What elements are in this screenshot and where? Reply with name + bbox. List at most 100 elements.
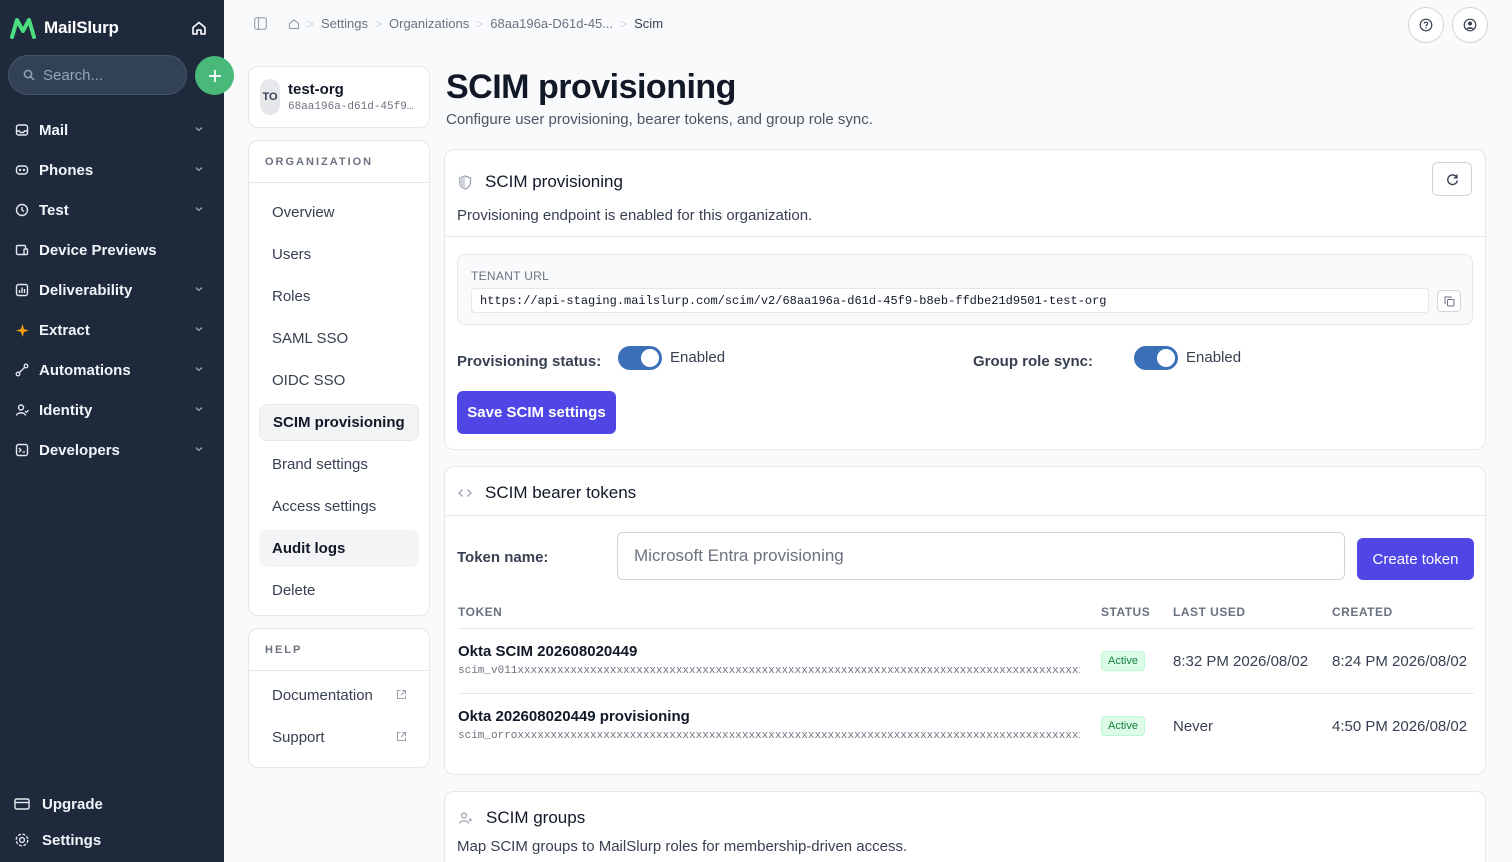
nav-label: Extract — [39, 321, 90, 339]
menu-item-users[interactable]: Users — [259, 236, 419, 273]
token-created: 4:50 PM 2026/08/02 — [1332, 718, 1468, 735]
bearer-tokens-title: SCIM bearer tokens — [485, 483, 637, 502]
provisioning-status-label: Provisioning status: — [457, 353, 602, 370]
search-box[interactable] — [8, 55, 187, 95]
brand[interactable]: MailSlurp — [10, 16, 119, 40]
help-circle-icon — [1419, 18, 1433, 32]
external-link-icon — [396, 689, 407, 700]
provisioning-status-value: Enabled — [670, 349, 726, 366]
bearer-tokens-card: SCIM bearer tokens Token name: Create to… — [444, 466, 1486, 775]
divider — [445, 236, 1485, 237]
phone-icon — [14, 162, 30, 178]
token-name-input[interactable] — [617, 532, 1345, 580]
org-name: test-org — [288, 81, 344, 98]
provisioning-status-toggle[interactable] — [618, 346, 662, 370]
account-button[interactable] — [1452, 7, 1488, 43]
breadcrumb-organizations[interactable]: Organizations — [389, 16, 469, 31]
search-icon — [23, 69, 35, 81]
token-last-used: Never — [1173, 718, 1214, 735]
page-title: SCIM provisioning — [446, 68, 736, 106]
sidebar-toggle-icon[interactable] — [254, 17, 267, 30]
column-header-last-used: LAST USED — [1173, 605, 1246, 619]
nav-item-deliverability[interactable]: Deliverability — [0, 270, 224, 310]
breadcrumb-settings[interactable]: Settings — [321, 16, 368, 31]
scim-groups-description: Map SCIM groups to MailSlurp roles for m… — [457, 838, 908, 855]
help-button[interactable] — [1408, 7, 1444, 43]
breadcrumb-separator: > — [620, 16, 628, 31]
upgrade-label: Upgrade — [42, 795, 103, 813]
chevron-down-icon — [195, 367, 203, 372]
menu-item-audit-logs[interactable]: Audit logs — [259, 530, 419, 567]
nav-item-mail[interactable]: Mail — [0, 110, 224, 150]
org-avatar: TO — [260, 79, 280, 115]
status-badge: Active — [1101, 716, 1145, 736]
breadcrumb-org-id[interactable]: 68aa196a-D61d-45... — [490, 16, 613, 31]
nav-item-developers[interactable]: Developers — [0, 430, 224, 470]
group-role-sync-value: Enabled — [1186, 349, 1242, 366]
breadcrumb-current: Scim — [634, 16, 664, 31]
nav-item-phones[interactable]: Phones — [0, 150, 224, 190]
save-scim-settings-button[interactable]: Save SCIM settings — [457, 391, 616, 434]
token-value: scim_orroxxxxxxxxxxxxxxxxxxxxxxxxxxxxxxx… — [458, 730, 1080, 742]
plus-icon — [208, 69, 221, 82]
tenant-url-label: TENANT URL — [471, 269, 550, 283]
provisioning-card-title: SCIM provisioning — [485, 172, 623, 191]
chart-icon — [14, 282, 30, 298]
external-link-icon — [396, 731, 407, 742]
nav-item-test[interactable]: Test — [0, 190, 224, 230]
group-role-sync-label: Group role sync: — [973, 353, 1094, 370]
menu-item-saml-sso[interactable]: SAML SSO — [259, 320, 419, 357]
menu-item-delete[interactable]: Delete — [259, 572, 419, 609]
help-menu-heading: HELP — [249, 629, 429, 671]
provisioning-description: Provisioning endpoint is enabled for thi… — [457, 207, 813, 224]
search-input[interactable] — [43, 66, 163, 84]
toggle-knob — [1157, 349, 1175, 367]
menu-item-oidc-sso[interactable]: OIDC SSO — [259, 362, 419, 399]
chevron-down-icon — [195, 287, 203, 292]
org-card[interactable]: TO test-org 68aa196a-d61d-45f9-b8eb-ffdb… — [248, 66, 430, 128]
create-token-button[interactable]: Create token — [1357, 538, 1474, 580]
nav-label: Developers — [39, 441, 120, 459]
settings-link[interactable]: Settings — [0, 822, 224, 858]
nav-item-identity[interactable]: Identity — [0, 390, 224, 430]
breadcrumb-separator: > — [307, 16, 315, 31]
copy-icon — [1444, 296, 1454, 306]
sidebar: MailSlurp Mail Phones Test Device Previe… — [0, 0, 234, 862]
group-role-sync-toggle[interactable] — [1134, 346, 1178, 370]
menu-item-access-settings[interactable]: Access settings — [259, 488, 419, 525]
sidebar-bottom: Upgrade Settings — [0, 786, 224, 858]
menu-item-support[interactable]: Support — [259, 719, 419, 756]
nav-label: Device Previews — [39, 241, 157, 259]
upgrade-link[interactable]: Upgrade — [0, 786, 224, 822]
breadcrumb: > Settings > Organizations > 68aa196a-D6… — [288, 16, 663, 31]
topbar: > Settings > Organizations > 68aa196a-D6… — [224, 0, 1512, 48]
home-icon[interactable] — [288, 18, 300, 30]
gear-icon — [15, 833, 29, 847]
token-name: Okta 202608020449 provisioning — [458, 708, 690, 725]
copy-url-button[interactable] — [1437, 290, 1461, 312]
nav-item-automations[interactable]: Automations — [0, 350, 224, 390]
org-info: test-org 68aa196a-d61d-45f9-b8eb-ffdbe21… — [288, 81, 418, 113]
nav-item-device-previews[interactable]: Device Previews — [0, 230, 224, 270]
chevron-down-icon — [195, 127, 203, 132]
home-icon — [192, 21, 206, 35]
main-nav: Mail Phones Test Device Previews Deliver… — [0, 110, 224, 470]
menu-item-overview[interactable]: Overview — [259, 194, 419, 231]
menu-item-documentation[interactable]: Documentation — [259, 677, 419, 714]
menu-item-brand-settings[interactable]: Brand settings — [259, 446, 419, 483]
chevron-down-icon — [195, 447, 203, 452]
refresh-button[interactable] — [1432, 162, 1472, 196]
flow-icon — [14, 362, 30, 378]
breadcrumb-separator: > — [476, 16, 484, 31]
page-subtitle: Configure user provisioning, bearer toke… — [446, 111, 873, 128]
breadcrumb-separator: > — [375, 16, 383, 31]
home-button[interactable] — [188, 17, 210, 39]
menu-item-roles[interactable]: Roles — [259, 278, 419, 315]
scim-groups-title: SCIM groups — [486, 808, 586, 827]
brand-name: MailSlurp — [44, 18, 119, 37]
tenant-url-field[interactable]: https://api-staging.mailslurp.com/scim/v… — [471, 288, 1429, 313]
add-button[interactable] — [195, 56, 234, 95]
menu-item-scim-provisioning[interactable]: SCIM provisioning — [259, 404, 419, 441]
scim-groups-card: SCIM groups Map SCIM groups to MailSlurp… — [444, 791, 1486, 862]
nav-item-extract[interactable]: Extract — [0, 310, 224, 350]
